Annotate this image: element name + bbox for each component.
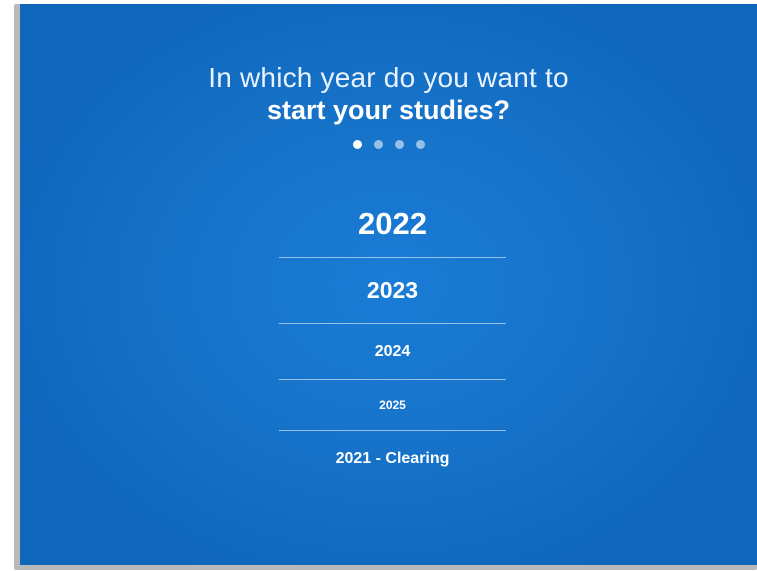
step-dot-3[interactable] <box>394 140 404 149</box>
step-dot-2[interactable] <box>373 140 383 149</box>
year-option-2023[interactable]: 2023 <box>279 258 506 324</box>
question-card: In which year do you want to start your … <box>20 4 757 565</box>
year-options-list: 2022 2023 2024 2025 2021 - Clearing <box>279 190 506 487</box>
question-title-line2: start your studies? <box>266 95 511 125</box>
year-option-2022[interactable]: 2022 <box>279 190 506 258</box>
step-dot-1-active[interactable] <box>352 140 362 149</box>
step-indicator <box>20 140 757 149</box>
year-option-2025[interactable]: 2025 <box>279 380 506 431</box>
year-option-2021-clearing[interactable]: 2021 - Clearing <box>279 431 506 487</box>
year-option-2024[interactable]: 2024 <box>279 324 506 380</box>
step-dot-4[interactable] <box>415 140 425 149</box>
question-title-line1: In which year do you want to <box>208 62 569 93</box>
